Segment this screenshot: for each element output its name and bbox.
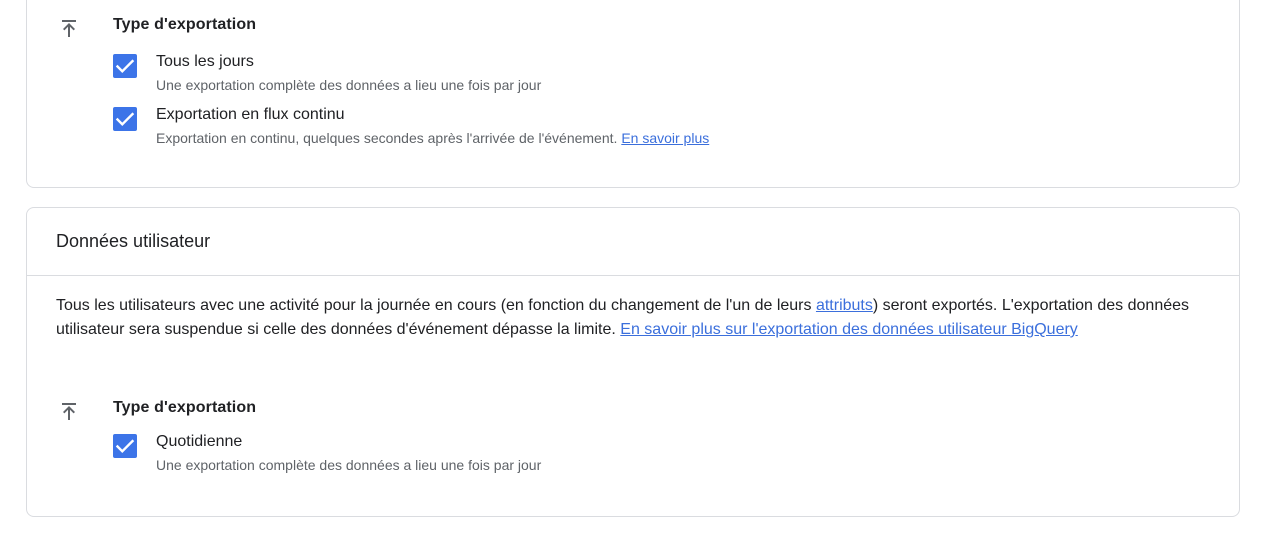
card-divider bbox=[27, 275, 1239, 276]
event-export-card: Type d'exportation Tous les jours Une ex… bbox=[26, 0, 1240, 188]
quotidienne-checkbox[interactable] bbox=[113, 434, 137, 458]
user-data-card: Données utilisateur Tous les utilisateur… bbox=[26, 207, 1240, 517]
quotidienne-label: Quotidienne bbox=[156, 433, 243, 450]
streaming-description-text: Exportation en continu, quelques seconde… bbox=[156, 130, 618, 146]
upload-export-icon bbox=[57, 399, 81, 423]
bigquery-user-export-link[interactable]: En savoir plus sur l'exportation des don… bbox=[620, 321, 1078, 338]
streaming-checkbox[interactable] bbox=[113, 107, 137, 131]
user-export-type-heading: Type d'exportation bbox=[113, 399, 257, 416]
attributes-link[interactable]: attributs bbox=[816, 297, 873, 314]
streaming-description: Exportation en continu, quelques seconde… bbox=[156, 130, 709, 146]
user-data-description: Tous les utilisateurs avec une activité … bbox=[56, 294, 1216, 342]
learn-more-link[interactable]: En savoir plus bbox=[621, 130, 709, 146]
export-type-heading: Type d'exportation bbox=[113, 16, 257, 33]
streaming-label: Exportation en flux continu bbox=[156, 106, 345, 123]
daily-description: Une exportation complète des données a l… bbox=[156, 77, 542, 93]
check-icon bbox=[115, 439, 135, 453]
upload-export-icon bbox=[57, 16, 81, 40]
daily-checkbox[interactable] bbox=[113, 54, 137, 78]
quotidienne-description: Une exportation complète des données a l… bbox=[156, 457, 542, 473]
user-data-text-part1: Tous les utilisateurs avec une activité … bbox=[56, 297, 816, 314]
daily-label: Tous les jours bbox=[156, 53, 254, 70]
check-icon bbox=[115, 59, 135, 73]
check-icon bbox=[115, 112, 135, 126]
user-data-title: Données utilisateur bbox=[56, 231, 211, 251]
